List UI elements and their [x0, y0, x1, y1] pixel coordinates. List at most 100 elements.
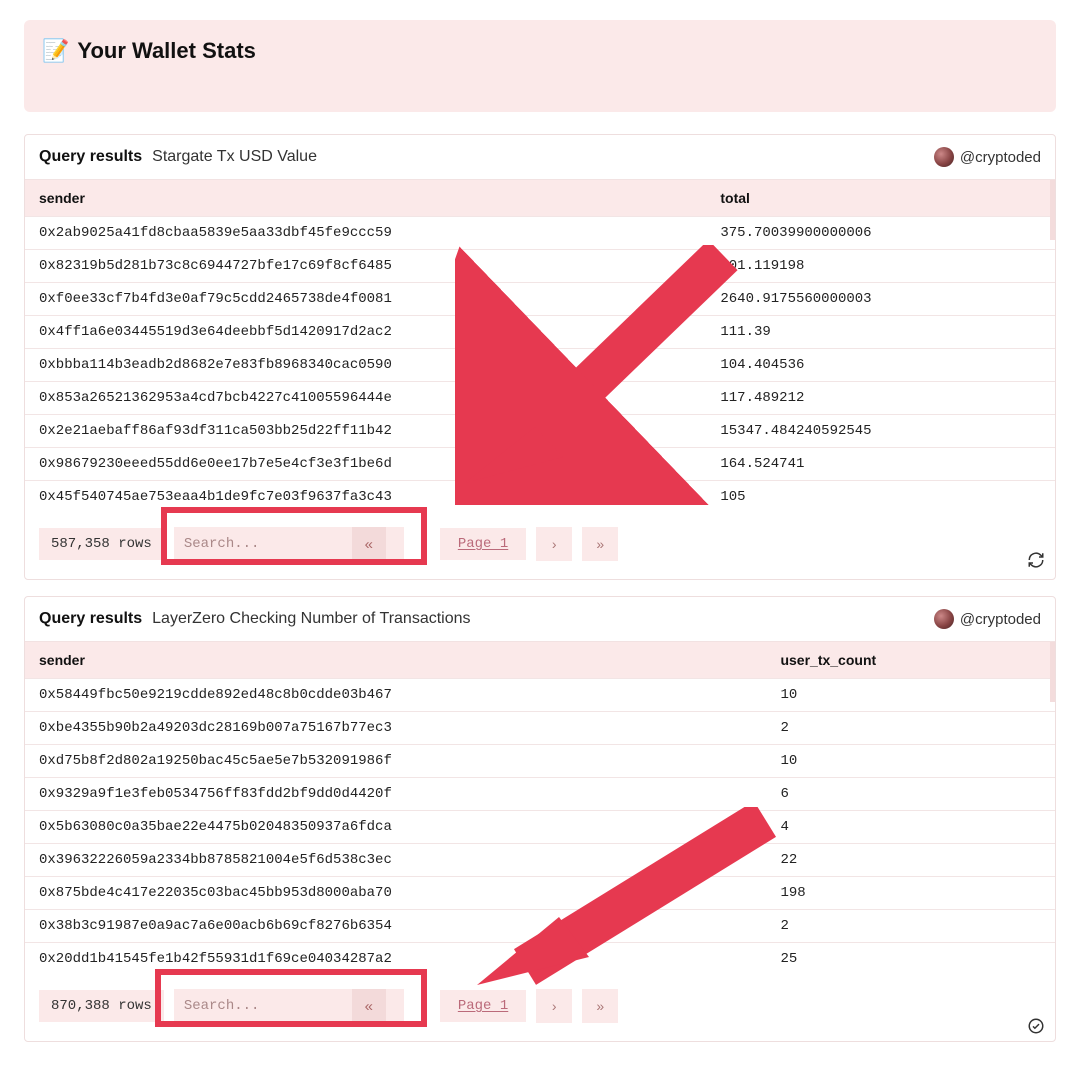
page-title: 📝 Your Wallet Stats — [42, 38, 1038, 64]
cell-txcount: 10 — [780, 753, 1041, 769]
cell-total: 301.119198 — [720, 258, 1041, 274]
next-page-button[interactable]: › — [536, 989, 572, 1023]
author-link[interactable]: @cryptoded — [934, 147, 1041, 167]
cell-sender: 0x58449fbc50e9219cdde892ed48c8b0cdde03b4… — [39, 687, 780, 703]
author-handle: @cryptoded — [960, 149, 1041, 166]
row-count: 587,358 rows — [39, 528, 164, 560]
search-first-button[interactable]: « — [352, 989, 386, 1023]
col-sender: sender — [39, 190, 720, 206]
cell-sender: 0x2e21aebaff86af93df311ca503bb25d22ff11b… — [39, 423, 720, 439]
cell-sender: 0x4ff1a6e03445519d3e64deebbf5d1420917d2a… — [39, 324, 720, 340]
cell-txcount: 22 — [780, 852, 1041, 868]
panel-footer: 587,358 rows « Page 1 › » — [25, 513, 1055, 579]
search-box: « — [174, 989, 404, 1023]
cell-sender: 0x9329a9f1e3feb0534756ff83fdd2bf9dd0d442… — [39, 786, 780, 802]
cell-txcount: 6 — [780, 786, 1041, 802]
search-prev-button[interactable] — [386, 527, 404, 561]
query-results-label: Query results — [39, 610, 142, 628]
last-page-button[interactable]: » — [582, 989, 618, 1023]
cell-sender: 0x5b63080c0a35bae22e4475b02048350937a6fd… — [39, 819, 780, 835]
query-panel-layerzero: Query results LayerZero Checking Number … — [24, 596, 1056, 1042]
scrollbar[interactable] — [1050, 180, 1055, 513]
cell-sender: 0xbbba114b3eadb2d8682e7e83fb8968340cac05… — [39, 357, 720, 373]
chevron-right-icon: › — [552, 536, 557, 552]
check-circle-icon[interactable] — [1027, 1017, 1045, 1035]
cell-total: 375.70039900000006 — [720, 225, 1041, 241]
table-row: 0x2ab9025a41fd8cbaa5839e5aa33dbf45fe9ccc… — [25, 216, 1055, 249]
table-row: 0x875bde4c417e22035c03bac45bb953d8000aba… — [25, 876, 1055, 909]
results-table: sender user_tx_count 0x58449fbc50e9219cd… — [25, 642, 1055, 975]
cell-sender: 0x45f540745ae753eaa4b1de9fc7e03f9637fa3c… — [39, 489, 720, 505]
cell-sender: 0x98679230eeed55dd6e0ee17b7e5e4cf3e3f1be… — [39, 456, 720, 472]
page-chip[interactable]: Page 1 — [440, 528, 526, 560]
table-row: 0x45f540745ae753eaa4b1de9fc7e03f9637fa3c… — [25, 480, 1055, 513]
search-prev-button[interactable] — [386, 989, 404, 1023]
table-row: 0x4ff1a6e03445519d3e64deebbf5d1420917d2a… — [25, 315, 1055, 348]
chevron-right-icon: › — [552, 998, 557, 1014]
cell-txcount: 198 — [780, 885, 1041, 901]
cell-total: 2640.9175560000003 — [720, 291, 1041, 307]
chevrons-left-icon: « — [365, 536, 373, 553]
table-row: 0x853a26521362953a4cd7bcb4227c4100559644… — [25, 381, 1055, 414]
search-first-button[interactable]: « — [352, 527, 386, 561]
cell-sender: 0xbe4355b90b2a49203dc28169b007a75167b77e… — [39, 720, 780, 736]
panel-header: Query results LayerZero Checking Number … — [25, 597, 1055, 642]
col-total: total — [720, 190, 1041, 206]
table-row: 0xbbba114b3eadb2d8682e7e83fb8968340cac05… — [25, 348, 1055, 381]
search-input[interactable] — [174, 527, 352, 561]
query-name: Stargate Tx USD Value — [152, 148, 317, 166]
cell-sender: 0x20dd1b41545fe1b42f55931d1f69ce04034287… — [39, 951, 780, 967]
table-row: 0xbe4355b90b2a49203dc28169b007a75167b77e… — [25, 711, 1055, 744]
page-chip[interactable]: Page 1 — [440, 990, 526, 1022]
last-page-button[interactable]: » — [582, 527, 618, 561]
cell-sender: 0x2ab9025a41fd8cbaa5839e5aa33dbf45fe9ccc… — [39, 225, 720, 241]
avatar — [934, 609, 954, 629]
cell-sender: 0x82319b5d281b73c8c6944727bfe17c69f8cf64… — [39, 258, 720, 274]
cell-txcount: 2 — [780, 918, 1041, 934]
header-card: 📝 Your Wallet Stats — [24, 20, 1056, 112]
cell-sender: 0xd75b8f2d802a19250bac45c5ae5e7b53209198… — [39, 753, 780, 769]
table-row: 0x9329a9f1e3feb0534756ff83fdd2bf9dd0d442… — [25, 777, 1055, 810]
table-row: 0x38b3c91987e0a9ac7a6e00acb6b69cf8276b63… — [25, 909, 1055, 942]
memo-icon: 📝 — [42, 38, 69, 64]
table-row: 0x98679230eeed55dd6e0ee17b7e5e4cf3e3f1be… — [25, 447, 1055, 480]
search-box: « — [174, 527, 404, 561]
table-row: 0xf0ee33cf7b4fd3e0af79c5cdd2465738de4f00… — [25, 282, 1055, 315]
col-sender: sender — [39, 652, 780, 668]
scrollbar[interactable] — [1050, 642, 1055, 975]
chevrons-left-icon: « — [365, 998, 373, 1015]
chevrons-right-icon: » — [596, 536, 604, 552]
search-input[interactable] — [174, 989, 352, 1023]
query-name: LayerZero Checking Number of Transaction… — [152, 610, 470, 628]
chevrons-right-icon: » — [596, 998, 604, 1014]
cell-sender: 0x38b3c91987e0a9ac7a6e00acb6b69cf8276b63… — [39, 918, 780, 934]
title-text: Your Wallet Stats — [77, 38, 255, 64]
cell-txcount: 4 — [780, 819, 1041, 835]
cell-total: 164.524741 — [720, 456, 1041, 472]
table-row: 0x82319b5d281b73c8c6944727bfe17c69f8cf64… — [25, 249, 1055, 282]
query-results-label: Query results — [39, 148, 142, 166]
cell-total: 117.489212 — [720, 390, 1041, 406]
results-table: sender total 0x2ab9025a41fd8cbaa5839e5aa… — [25, 180, 1055, 513]
cell-txcount: 2 — [780, 720, 1041, 736]
next-page-button[interactable]: › — [536, 527, 572, 561]
col-txcount: user_tx_count — [780, 652, 1041, 668]
cell-txcount: 25 — [780, 951, 1041, 967]
query-panel-stargate: Query results Stargate Tx USD Value @cry… — [24, 134, 1056, 580]
table-row: 0x20dd1b41545fe1b42f55931d1f69ce04034287… — [25, 942, 1055, 975]
author-link[interactable]: @cryptoded — [934, 609, 1041, 629]
panel-header: Query results Stargate Tx USD Value @cry… — [25, 135, 1055, 180]
cell-sender: 0xf0ee33cf7b4fd3e0af79c5cdd2465738de4f00… — [39, 291, 720, 307]
author-handle: @cryptoded — [960, 611, 1041, 628]
avatar — [934, 147, 954, 167]
cell-txcount: 10 — [780, 687, 1041, 703]
cell-total: 105 — [720, 489, 1041, 505]
table-row: 0x2e21aebaff86af93df311ca503bb25d22ff11b… — [25, 414, 1055, 447]
row-count: 870,388 rows — [39, 990, 164, 1022]
cell-sender: 0x39632226059a2334bb8785821004e5f6d538c3… — [39, 852, 780, 868]
cell-total: 15347.484240592545 — [720, 423, 1041, 439]
cell-total: 111.39 — [720, 324, 1041, 340]
panel-footer: 870,388 rows « Page 1 › » — [25, 975, 1055, 1041]
refresh-icon[interactable] — [1027, 551, 1045, 569]
cell-sender: 0x853a26521362953a4cd7bcb4227c4100559644… — [39, 390, 720, 406]
